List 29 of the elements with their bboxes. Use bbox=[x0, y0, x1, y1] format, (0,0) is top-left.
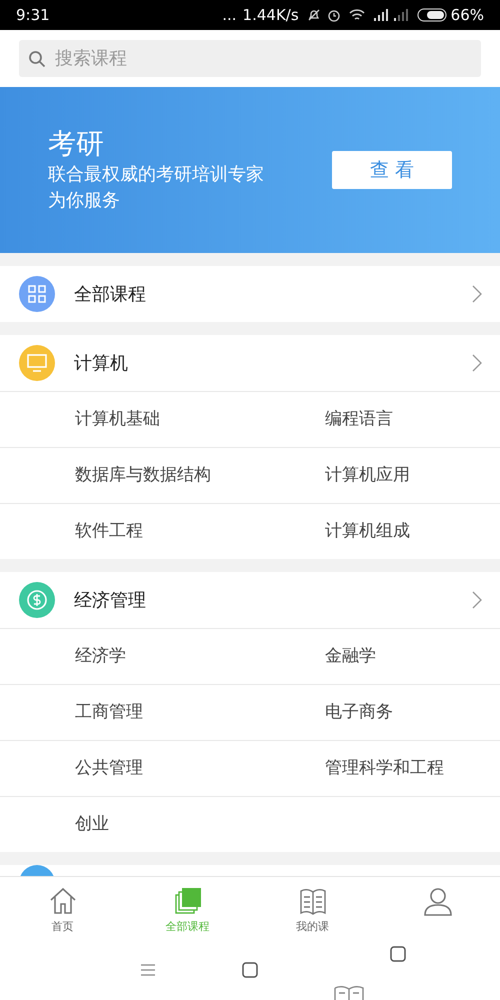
subcategory-link[interactable]: 软件工程 bbox=[75, 518, 143, 544]
category-title: 全部课程 bbox=[74, 282, 146, 306]
network-speed: 1.44K/s bbox=[242, 4, 299, 26]
tab[interactable]: 首页 bbox=[0, 877, 125, 940]
subcategory-link[interactable]: 工商管理 bbox=[75, 700, 143, 726]
subcategory-link[interactable]: 经济学 bbox=[75, 644, 126, 670]
subcategory-link[interactable]: 计算机应用 bbox=[325, 462, 410, 488]
subcategory-link[interactable]: 管理科学和工程 bbox=[325, 756, 444, 782]
search-field[interactable]: 搜索课程 bbox=[19, 40, 481, 77]
tab[interactable]: 我的课 bbox=[250, 877, 375, 940]
subcategory-link[interactable]: 计算机组成 bbox=[325, 518, 410, 544]
status-time: 9:31 bbox=[16, 4, 50, 26]
subcategory-link[interactable]: 公共管理 bbox=[75, 756, 143, 782]
category-header[interactable]: 全部课程 bbox=[0, 266, 500, 322]
subcategory-link[interactable]: 计算机基础 bbox=[75, 406, 160, 432]
category-header[interactable]: 计算机 bbox=[0, 335, 500, 391]
subcategory-link[interactable]: 编程语言 bbox=[325, 406, 393, 432]
subcategory-link[interactable]: 数据库与数据结构 bbox=[75, 462, 211, 488]
subcategory-link[interactable]: 创业 bbox=[75, 812, 109, 838]
category-title: 计算机 bbox=[74, 352, 128, 376]
battery-percent: 66% bbox=[450, 4, 484, 26]
category-header[interactable]: 经济管理 bbox=[0, 572, 500, 628]
subcategory-link[interactable]: 金融学 bbox=[325, 644, 376, 670]
status-dots: ... bbox=[222, 4, 237, 26]
category-title: 经济管理 bbox=[74, 588, 146, 612]
subcategory-link[interactable]: 电子商务 bbox=[325, 700, 393, 726]
banner-title: 考研 bbox=[48, 126, 105, 162]
banner-subtitle: 联合最权威的考研培训专家 bbox=[48, 163, 264, 187]
banner-subtitle: 为你服务 bbox=[48, 189, 121, 213]
